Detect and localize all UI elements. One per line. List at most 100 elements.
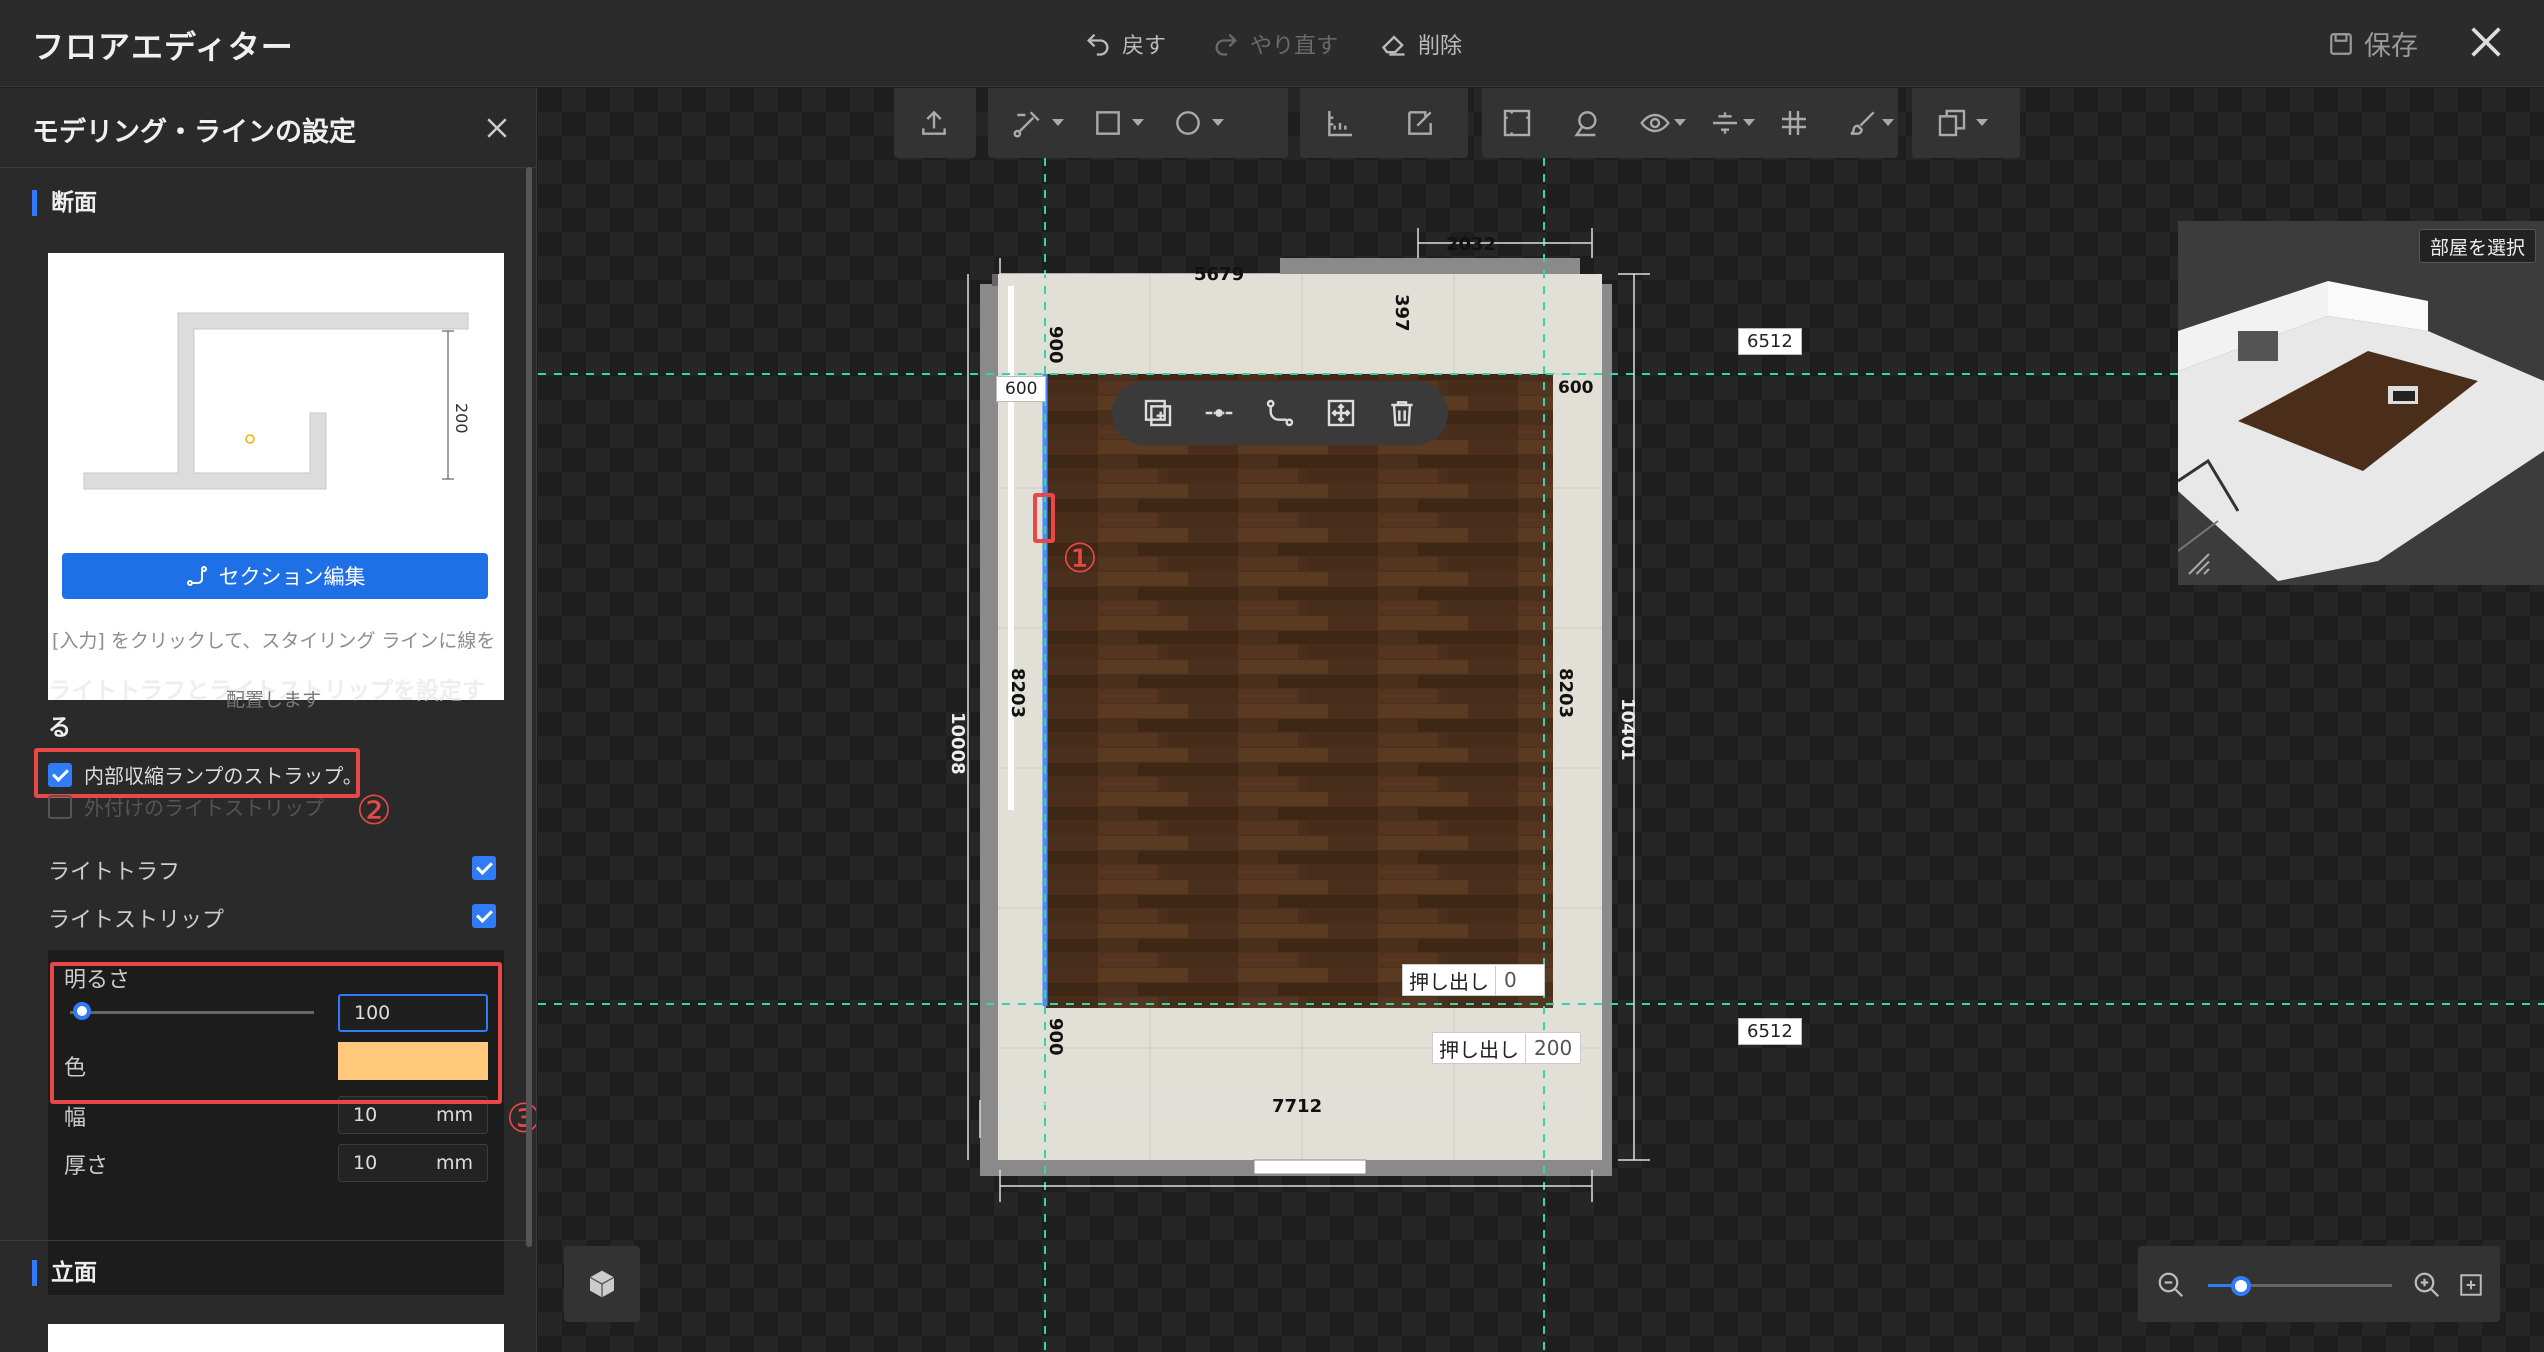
3d-view-button[interactable] — [564, 1246, 640, 1322]
internal-light-strip-label: 内部収縮ランプのストラップ。 — [84, 764, 363, 788]
rectangle-icon — [1096, 111, 1120, 135]
save-button[interactable]: 保存 — [2328, 24, 2418, 63]
align-icon — [1712, 112, 1737, 134]
visibility-tool[interactable] — [1635, 97, 1686, 149]
thickness-input[interactable]: 10 mm — [338, 1144, 488, 1182]
trash-button[interactable] — [1382, 393, 1422, 433]
preview-dimension-label: 200 — [452, 403, 471, 434]
pen-line-icon — [1013, 111, 1040, 138]
zoom-in-icon[interactable] — [2412, 1270, 2442, 1300]
hint-text: [入力] をクリックして、スタイリング ラインに線を — [52, 630, 496, 652]
circle-icon — [1176, 111, 1200, 135]
thickness-value: 10 — [353, 1152, 378, 1174]
3d-preview[interactable]: 部屋を選択 — [2177, 221, 2544, 585]
move-button[interactable] — [1321, 393, 1361, 433]
paint-tool[interactable] — [1843, 97, 1894, 149]
move-icon — [1327, 399, 1354, 427]
dim-600-right: 600 — [1558, 378, 1594, 398]
door-bottom — [1253, 1159, 1367, 1175]
close-panel-icon[interactable] — [482, 113, 512, 143]
section-edit-label: セクション編集 — [218, 565, 366, 589]
lasso-icon — [1574, 111, 1597, 137]
close-app-icon[interactable] — [2466, 22, 2506, 62]
select-area-tool[interactable] — [1496, 97, 1537, 149]
measure-tool[interactable] — [1314, 97, 1366, 149]
draw-line-tool[interactable] — [1002, 97, 1064, 149]
light-trough-checkbox[interactable] — [472, 856, 496, 880]
undo-button[interactable]: 戻す — [1084, 26, 1166, 62]
section-edit-button[interactable]: セクション編集 — [62, 553, 488, 599]
zoom-control — [2138, 1246, 2500, 1322]
undo-icon — [1087, 33, 1109, 56]
dim-inner-top[interactable]: 6512 — [1738, 328, 1802, 355]
edit-area-tool[interactable] — [1394, 97, 1446, 149]
panel-title: モデリング・ラインの設定 — [32, 117, 356, 148]
light-strip-label: ライトストリップ — [48, 908, 225, 933]
dim-inner-bottom[interactable]: 6512 — [1738, 1018, 1802, 1045]
align-tool[interactable] — [1704, 97, 1756, 149]
external-light-strip-label: 外付けのライトストリップ — [84, 796, 324, 820]
add-square-icon — [1145, 399, 1172, 427]
delete-button[interactable]: 削除 — [1380, 26, 1462, 62]
width-unit: mm — [435, 1104, 473, 1126]
save-icon — [2330, 32, 2352, 55]
3d-room-preview — [2177, 281, 2544, 581]
lasso-tool[interactable] — [1565, 97, 1606, 149]
extrude-inner-label: 押し出し — [1403, 965, 1496, 995]
edit-box-icon — [1408, 111, 1432, 135]
grid-tool[interactable] — [1773, 97, 1814, 149]
add-line-button[interactable] — [1138, 393, 1178, 433]
app-title: フロアエディター — [32, 28, 294, 66]
dim-left-inner: 8203 — [1007, 668, 1028, 718]
extrude-inner-input[interactable]: 押し出し 0 — [1402, 964, 1545, 996]
extrude-inner-value: 0 — [1504, 968, 1517, 992]
dim-right-outer: 10401 — [1617, 698, 1638, 761]
panel-scrollbar[interactable] — [526, 167, 532, 1247]
curve-line-button[interactable] — [1260, 393, 1300, 433]
redo-icon — [1215, 33, 1237, 56]
extrude-outer-label: 押し出し — [1433, 1033, 1526, 1063]
zoom-out-icon[interactable] — [2156, 1270, 2186, 1300]
split-line-button[interactable] — [1199, 393, 1239, 433]
wood-floor-region[interactable] — [1045, 374, 1553, 1008]
light-strip-checkbox[interactable] — [472, 904, 496, 928]
dim-left-small-bottom: 900 — [1045, 1018, 1066, 1056]
frame-select-icon — [1503, 109, 1530, 137]
zoom-slider-knob[interactable] — [2231, 1276, 2252, 1296]
split-line-icon — [1205, 409, 1233, 417]
toolbar-group-view — [1482, 88, 1898, 158]
copy-layers-icon — [1938, 109, 1966, 137]
context-toolbar — [1112, 381, 1448, 445]
paint-brush-icon — [1850, 111, 1875, 135]
panel-header: モデリング・ラインの設定 — [0, 88, 536, 168]
dim-top-right: 2032 — [1446, 234, 1496, 255]
redo-label: やり直す — [1250, 34, 1339, 59]
checkbox-checked[interactable] — [48, 762, 72, 787]
rectangle-tool[interactable] — [1082, 97, 1144, 149]
redo-button[interactable]: やり直す — [1212, 26, 1338, 62]
dim-right-inner: 8203 — [1555, 668, 1576, 718]
extrude-outer-value: 200 — [1534, 1036, 1573, 1060]
upload-icon — [922, 110, 946, 135]
checkbox-unchecked[interactable] — [48, 794, 72, 819]
room-select-button[interactable]: 部屋を選択 — [2418, 229, 2536, 263]
edit-path-icon — [186, 566, 207, 586]
external-light-strip-checkbox[interactable]: 外付けのライトストリップ — [48, 792, 324, 821]
dim-600-left[interactable]: 600 — [996, 376, 1047, 402]
internal-light-strip-checkbox[interactable]: 内部収縮ランプのストラップ。 — [48, 760, 363, 789]
grid-hash-icon — [1781, 111, 1806, 135]
floor-canvas[interactable]: 5679 2032 397 900 900 10008 8203 8203 10… — [538, 88, 2544, 1352]
section-cross-heading: 断面 — [32, 190, 97, 216]
export-button[interactable] — [908, 97, 960, 149]
layers-tool[interactable] — [1926, 97, 1988, 149]
divider — [0, 1240, 526, 1241]
circle-tool[interactable] — [1162, 97, 1224, 149]
cube-icon — [589, 1270, 615, 1298]
undo-label: 戻す — [1122, 34, 1167, 59]
fit-view-icon[interactable] — [2458, 1272, 2484, 1298]
callout-2: ② — [356, 788, 392, 834]
dim-notch: 397 — [1391, 294, 1412, 332]
resize-handle-icon[interactable] — [2184, 549, 2214, 579]
toolbar-group-measure — [1300, 88, 1468, 158]
extrude-outer-input[interactable]: 押し出し 200 — [1432, 1032, 1582, 1064]
